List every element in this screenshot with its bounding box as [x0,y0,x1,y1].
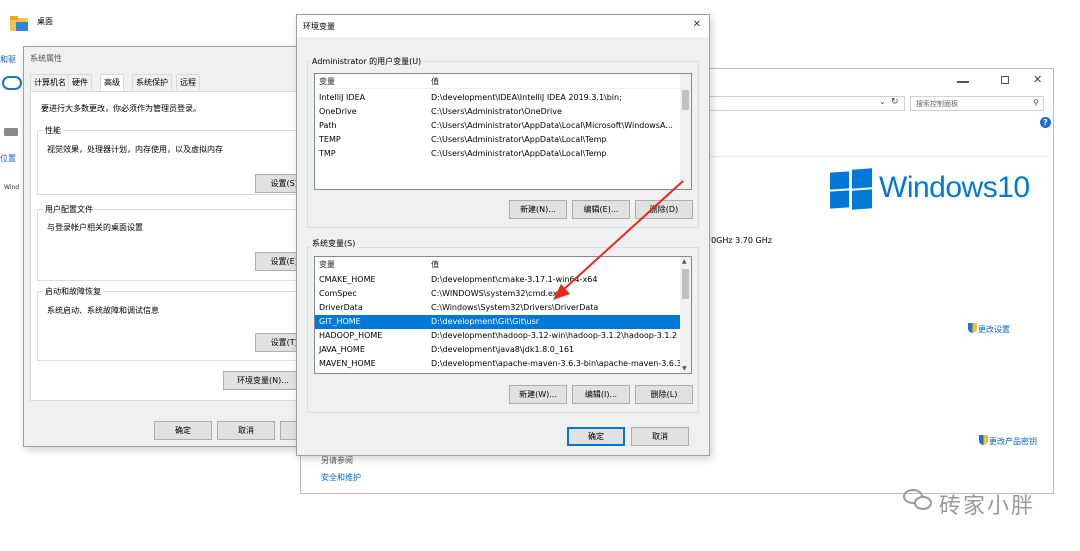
annotation-arrow [553,180,684,300]
watermark-text: 砖家小胖 [939,494,1036,519]
wechat-icon [903,489,933,511]
